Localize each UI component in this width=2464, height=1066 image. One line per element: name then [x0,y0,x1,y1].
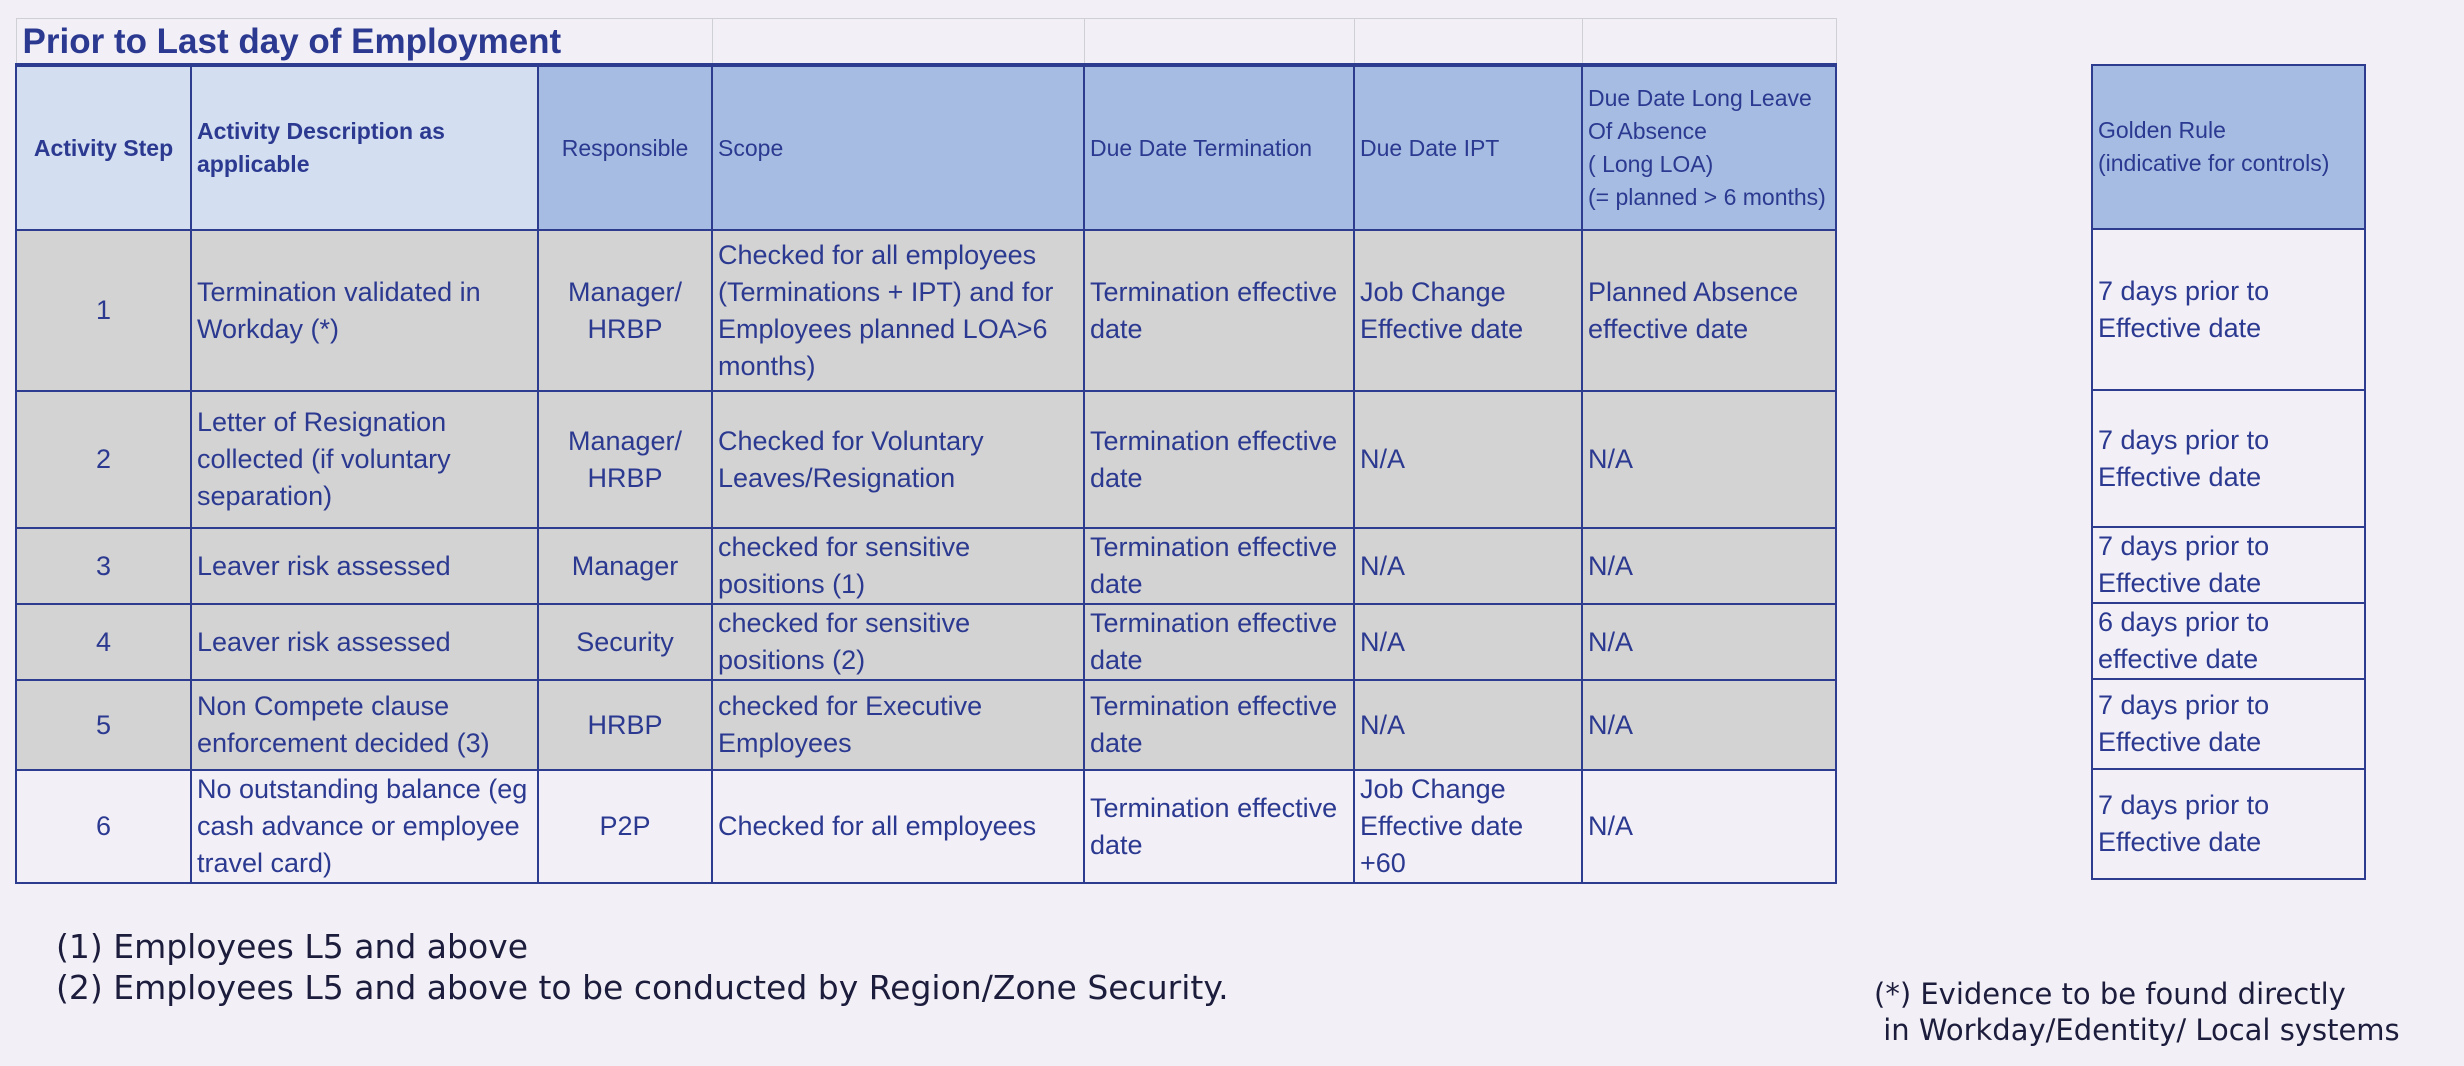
responsible-cell: Security [536,603,714,681]
golden-rule-cell: 7 days prior to Effective date [2091,389,2366,528]
header-activity-description: Activity Description as applicable [190,63,539,231]
step-cell: 3 [15,527,192,605]
scope-cell: checked for sensitive positions (1) [711,527,1086,605]
golden-rule-row: 6 days prior to effective date [2091,602,2366,680]
step-cell: 6 [15,769,192,884]
due-loa-cell: N/A [1581,390,1838,529]
scope-cell: Checked for all employees [711,769,1086,884]
evidence-note: (*) Evidence to be found directly in Wor… [1874,977,2400,1047]
golden-rule-cell: 7 days prior to Effective date [2091,678,2366,770]
responsible-cell: Manager/ HRBP [536,229,714,392]
header-golden-rule-line: (indicative for controls) [2098,150,2330,176]
scope-cell: checked for Executive Employees [711,679,1086,771]
responsible-cell: HRBP [536,679,714,771]
due-termination-cell: Termination effective date [1083,679,1356,771]
due-termination-cell: Termination effective date [1083,603,1356,681]
step-cell: 1 [15,229,192,392]
activity-table: Prior to Last day of Employment Activity… [15,18,1838,884]
step-cell: 5 [15,679,192,771]
due-ipt-cell: Job Change Effective date [1353,229,1584,392]
scope-cell: Checked for all employees (Terminations … [711,229,1086,392]
header-loa-line: Of Absence [1588,118,1707,144]
description-cell: Letter of Resignation collected (if volu… [190,390,539,529]
golden-rule-cell: 7 days prior to Effective date [2091,526,2366,604]
due-loa-cell: N/A [1581,603,1838,681]
golden-rule-cell: 7 days prior to Effective date [2091,228,2366,391]
golden-rule-row: 7 days prior to Effective date [2091,389,2366,528]
table-row: 4 Leaver risk assessed Security checked … [15,603,1838,681]
responsible-cell: P2P [536,769,714,884]
description-cell: Leaver risk assessed [190,603,539,681]
golden-rule-row: 7 days prior to Effective date [2091,678,2366,770]
header-due-date-termination: Due Date Termination [1083,63,1356,231]
due-termination-cell: Termination effective date [1083,390,1356,529]
scope-cell: checked for sensitive positions (2) [711,603,1086,681]
due-loa-cell: N/A [1581,769,1838,884]
description-cell: Non Compete clause enforcement decided (… [190,679,539,771]
due-ipt-cell: Job Change Effective date +60 [1353,769,1584,884]
due-loa-cell: N/A [1581,527,1838,605]
golden-rule-row: 7 days prior to Effective date [2091,526,2366,604]
header-loa-line: ( Long LOA) [1588,151,1714,177]
responsible-cell: Manager/ HRBP [536,390,714,529]
responsible-cell: Manager [536,527,714,605]
header-due-date-long-loa: Due Date Long Leave Of Absence ( Long LO… [1581,63,1838,231]
due-ipt-cell: N/A [1353,390,1584,529]
golden-rule-row: 7 days prior to Effective date [2091,228,2366,391]
header-due-date-ipt: Due Date IPT [1353,63,1584,231]
header-golden-rule-line: Golden Rule [2098,117,2226,143]
due-termination-cell: Termination effective date [1083,527,1356,605]
due-termination-cell: Termination effective date [1083,229,1356,392]
footnotes: (1) Employees L5 and above (2) Employees… [56,926,1229,1008]
golden-rule-cell: 6 days prior to effective date [2091,602,2366,680]
step-cell: 4 [15,603,192,681]
header-row: Activity Step Activity Description as ap… [15,63,1838,231]
scope-cell: Checked for Voluntary Leaves/Resignation [711,390,1086,529]
table-row: 2 Letter of Resignation collected (if vo… [15,390,1838,529]
golden-rule-header-row: Golden Rule (indicative for controls) [2091,64,2366,230]
description-cell: Termination validated in Workday (*) [190,229,539,392]
page-title: Prior to Last day of Employment [15,18,713,66]
header-scope: Scope [711,63,1086,231]
description-cell: No outstanding balance (eg cash advance … [190,769,539,884]
due-termination-cell: Termination effective date [1083,769,1356,884]
header-golden-rule: Golden Rule (indicative for controls) [2091,64,2366,230]
title-row: Prior to Last day of Employment [15,18,1837,66]
header-loa-line: (= planned > 6 months) [1588,184,1826,210]
footnote: (1) Employees L5 and above [56,927,528,966]
header-activity-step: Activity Step [15,63,192,231]
due-ipt-cell: N/A [1353,679,1584,771]
golden-rule-row: 7 days prior to Effective date [2091,768,2366,880]
due-ipt-cell: N/A [1353,527,1584,605]
step-cell: 2 [15,390,192,529]
due-loa-cell: Planned Absence effective date [1581,229,1838,392]
due-ipt-cell: N/A [1353,603,1584,681]
table-row: 6 No outstanding balance (eg cash advanc… [15,769,1838,884]
golden-rule-cell: 7 days prior to Effective date [2091,768,2366,880]
description-cell: Leaver risk assessed [190,527,539,605]
table-row: 3 Leaver risk assessed Manager checked f… [15,527,1838,605]
table-row: 5 Non Compete clause enforcement decided… [15,679,1838,771]
table-row: 1 Termination validated in Workday (*) M… [15,229,1838,392]
header-responsible: Responsible [536,63,714,231]
due-loa-cell: N/A [1581,679,1838,771]
footnote: (2) Employees L5 and above to be conduct… [56,968,1229,1007]
header-loa-line: Due Date Long Leave [1588,85,1812,111]
golden-rule-table: Golden Rule (indicative for controls) 7 … [2091,64,2366,880]
